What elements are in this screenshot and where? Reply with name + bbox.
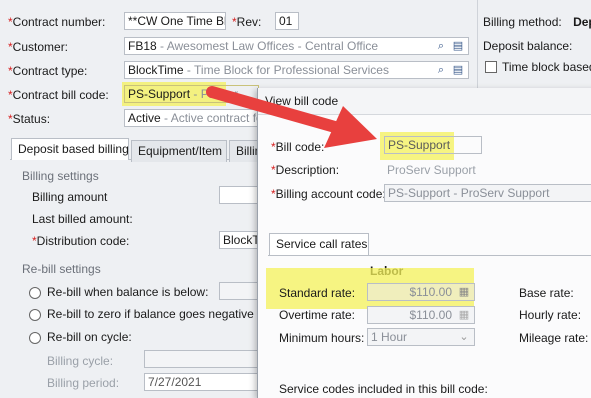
annotation-arrow (206, 86, 377, 148)
arrow-shaft (206, 86, 348, 135)
